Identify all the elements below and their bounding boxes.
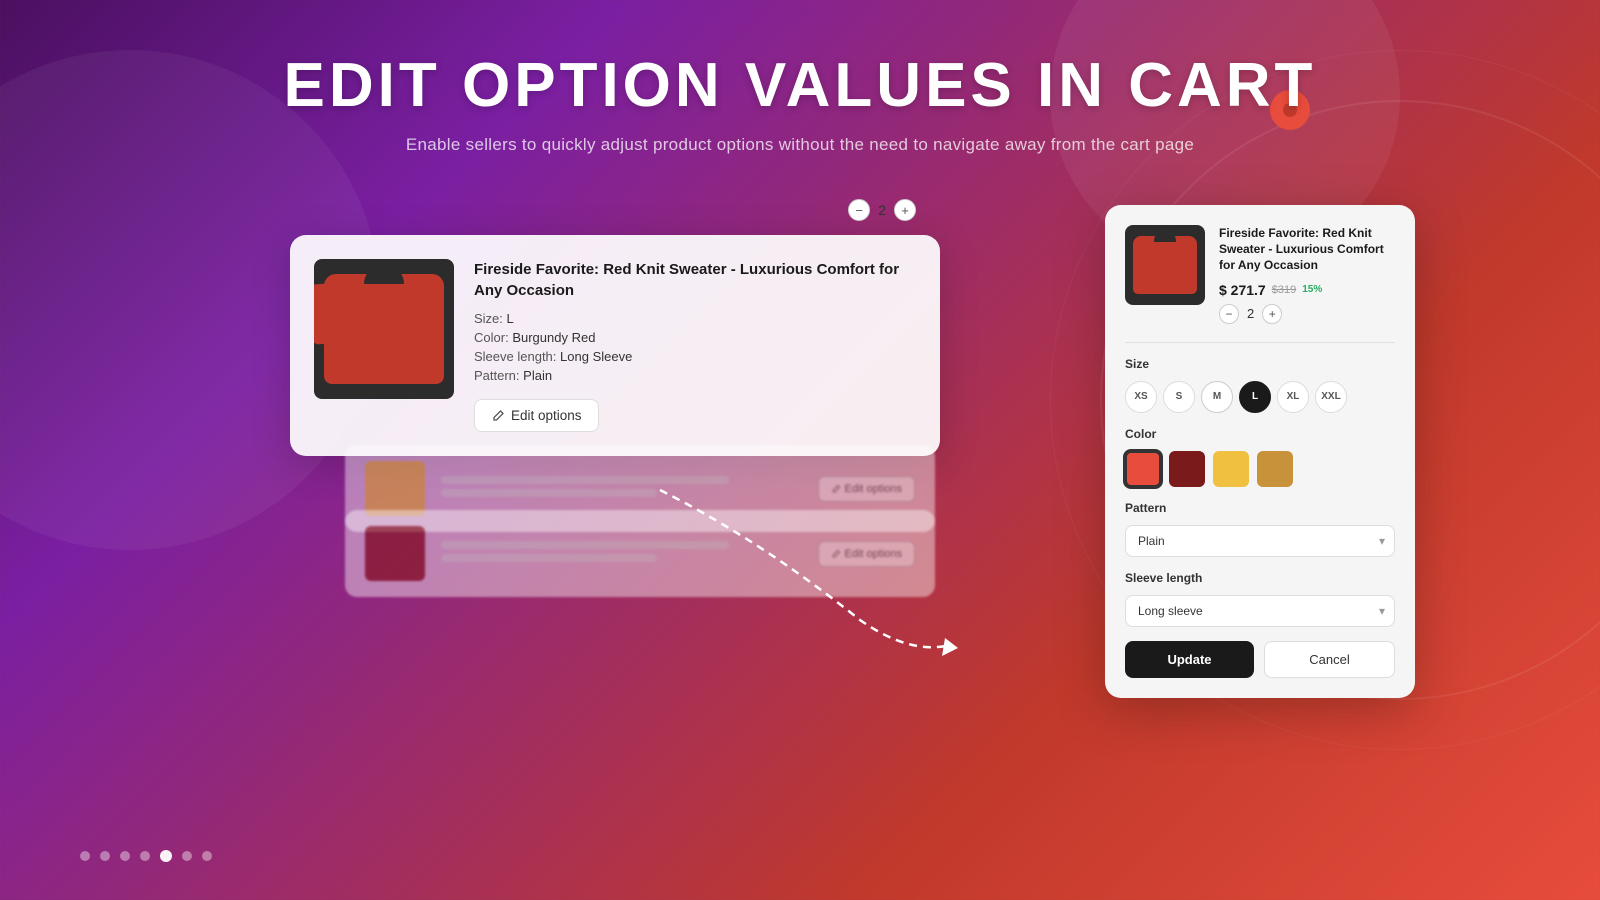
- panel-product-info: Fireside Favorite: Red Knit Sweater - Lu…: [1219, 225, 1395, 324]
- pattern-select[interactable]: Plain Striped Checked: [1125, 525, 1395, 557]
- panel-color-label: Color: [1125, 427, 1395, 441]
- size-value: L: [507, 311, 514, 326]
- color-swatch-red[interactable]: [1125, 451, 1161, 487]
- mini-line: [441, 554, 657, 562]
- panel-action-buttons: Update Cancel: [1125, 641, 1395, 678]
- cart-item-details: − 2 + Fireside Favorite: Red Knit Sweate…: [474, 259, 916, 432]
- panel-pattern-label: Pattern: [1125, 501, 1395, 515]
- panel-price-current: $ 271.7: [1219, 282, 1266, 298]
- pagination-dot-5[interactable]: [160, 850, 172, 862]
- mini-edit-btn-2[interactable]: Edit options: [818, 476, 915, 502]
- mini-edit-label: Edit options: [845, 483, 902, 495]
- panel-product-header: Fireside Favorite: Red Knit Sweater - Lu…: [1125, 225, 1395, 324]
- quantity-increase-btn[interactable]: +: [894, 199, 916, 221]
- panel-sweater-illustration: [1133, 236, 1197, 294]
- quantity-decrease-btn[interactable]: −: [848, 199, 870, 221]
- pattern-value: Plain: [523, 368, 552, 383]
- pagination-dot-4[interactable]: [140, 851, 150, 861]
- pagination-dot-7[interactable]: [202, 851, 212, 861]
- mini-line: [441, 489, 657, 497]
- color-swatch-tan[interactable]: [1257, 451, 1293, 487]
- edit-options-button[interactable]: Edit options: [474, 399, 599, 432]
- panel-size-label: Size: [1125, 357, 1395, 371]
- mini-product-img-red: [365, 526, 425, 581]
- panel-price-original: $319: [1272, 284, 1296, 296]
- sweater-img-illustration: [324, 274, 444, 384]
- panel-product-image: [1125, 225, 1205, 305]
- panel-product-title: Fireside Favorite: Red Knit Sweater - Lu…: [1219, 225, 1395, 274]
- pagination-dot-1[interactable]: [80, 851, 90, 861]
- product-image: [314, 259, 454, 399]
- pattern-label: Pattern:: [474, 368, 520, 383]
- sleeve-label: Sleeve length:: [474, 349, 556, 364]
- edit-options-label: Edit options: [511, 408, 582, 423]
- cart-sleeve-meta: Sleeve length: Long Sleeve: [474, 349, 916, 364]
- color-label: Color:: [474, 330, 509, 345]
- color-options: [1125, 451, 1395, 487]
- pattern-select-wrapper: Plain Striped Checked: [1125, 525, 1395, 557]
- sleeve-select[interactable]: Short sleeve Long sleeve Sleeveless: [1125, 595, 1395, 627]
- cart-item-title: Fireside Favorite: Red Knit Sweater - Lu…: [474, 259, 916, 301]
- cart-row-blurred-3: Edit options: [345, 510, 935, 597]
- color-value: Burgundy Red: [512, 330, 595, 345]
- panel-qty-decrease-btn[interactable]: −: [1219, 304, 1239, 324]
- sleeve-select-wrapper: Short sleeve Long sleeve Sleeveless: [1125, 595, 1395, 627]
- panel-divider-1: [1125, 342, 1395, 343]
- panel-sleeve-label: Sleeve length: [1125, 571, 1395, 585]
- sleeve-value: Long Sleeve: [560, 349, 632, 364]
- color-swatch-yellow[interactable]: [1213, 451, 1249, 487]
- cart-card: − 2 + Fireside Favorite: Red Knit Sweate…: [290, 235, 940, 456]
- cart-item-row: − 2 + Fireside Favorite: Red Knit Sweate…: [314, 259, 916, 432]
- size-option-xxl[interactable]: XXL: [1315, 381, 1347, 413]
- pagination-dot-6[interactable]: [182, 851, 192, 861]
- mini-text-lines-3: [441, 541, 802, 567]
- quantity-value: 2: [878, 202, 886, 218]
- panel-price-row: $ 271.7 $319 15%: [1219, 282, 1395, 298]
- product-panel: Fireside Favorite: Red Knit Sweater - Lu…: [1105, 205, 1415, 698]
- panel-discount-badge: 15%: [1302, 284, 1322, 295]
- mini-text-lines-2: [441, 476, 802, 502]
- mini-edit-label: Edit options: [845, 548, 902, 560]
- update-button[interactable]: Update: [1125, 641, 1254, 678]
- pagination-dot-3[interactable]: [120, 851, 130, 861]
- size-option-s[interactable]: S: [1163, 381, 1195, 413]
- page-subtitle: Enable sellers to quickly adjust product…: [0, 135, 1600, 155]
- panel-qty-value: 2: [1247, 306, 1254, 321]
- size-option-xl[interactable]: XL: [1277, 381, 1309, 413]
- cart-size-meta: Size: L: [474, 311, 916, 326]
- mini-line: [441, 541, 729, 549]
- size-option-m[interactable]: M: [1201, 381, 1233, 413]
- quantity-control: − 2 +: [848, 199, 916, 221]
- header-section: EDIT OPTION VALUES IN CART Enable seller…: [0, 50, 1600, 155]
- size-options: XS S M L XL XXL: [1125, 381, 1395, 413]
- mini-edit-icon: [831, 484, 841, 494]
- cart-pattern-meta: Pattern: Plain: [474, 368, 916, 383]
- edit-pencil-icon: [491, 409, 505, 423]
- mini-edit-btn-3[interactable]: Edit options: [818, 541, 915, 567]
- mini-product-img-yellow: [365, 461, 425, 516]
- size-option-xs[interactable]: XS: [1125, 381, 1157, 413]
- pagination-dot-2[interactable]: [100, 851, 110, 861]
- cart-color-meta: Color: Burgundy Red: [474, 330, 916, 345]
- pagination-dots: [80, 850, 212, 862]
- panel-qty-increase-btn[interactable]: +: [1262, 304, 1282, 324]
- mini-line: [441, 476, 729, 484]
- size-label: Size:: [474, 311, 503, 326]
- color-swatch-dark-red[interactable]: [1169, 451, 1205, 487]
- page-title: EDIT OPTION VALUES IN CART: [0, 50, 1600, 121]
- cancel-button[interactable]: Cancel: [1264, 641, 1395, 678]
- mini-edit-icon: [831, 549, 841, 559]
- size-option-l[interactable]: L: [1239, 381, 1271, 413]
- panel-qty-row: − 2 +: [1219, 304, 1395, 324]
